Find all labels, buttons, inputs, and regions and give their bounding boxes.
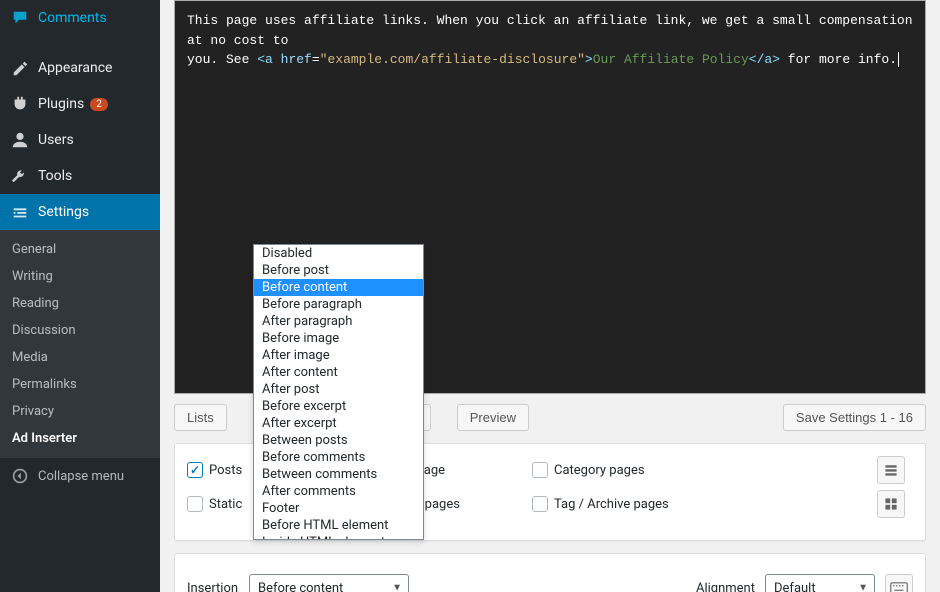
code-linktext: Our Affiliate Policy [593, 52, 749, 67]
save-settings-button[interactable]: Save Settings 1 - 16 [783, 404, 926, 431]
keyboard-button[interactable] [885, 574, 913, 592]
lists-button[interactable]: Lists [174, 404, 227, 431]
code-tag: </a> [749, 52, 780, 67]
submenu-ad-inserter[interactable]: Ad Inserter [0, 425, 160, 452]
dropdown-option[interactable]: Before content [254, 279, 423, 296]
menu-settings[interactable]: Settings [0, 194, 160, 230]
code-text: This page uses affiliate links. When you… [187, 13, 913, 48]
submenu-reading[interactable]: Reading [0, 290, 160, 317]
dropdown-option[interactable]: Disabled [254, 245, 423, 262]
comments-icon [10, 8, 30, 28]
check-label: Static [209, 497, 242, 512]
menu-tools[interactable]: Tools [0, 158, 160, 194]
select-value: Default [774, 581, 816, 592]
dropdown-option[interactable]: Between comments [254, 466, 423, 483]
menu-users[interactable]: Users [0, 122, 160, 158]
dropdown-option[interactable]: Before post [254, 262, 423, 279]
alignment-label: Alignment [696, 581, 755, 592]
check-category[interactable]: Category pages [532, 462, 685, 478]
checkbox-icon: ✓ [187, 462, 203, 478]
insertion-dropdown[interactable]: DisabledBefore postBefore contentBefore … [253, 244, 424, 540]
submenu-privacy[interactable]: Privacy [0, 398, 160, 425]
caret-icon: ▼ [858, 583, 868, 592]
dropdown-option[interactable]: After excerpt [254, 415, 423, 432]
checkbox-icon [187, 496, 203, 512]
collapse-menu[interactable]: Collapse menu [0, 458, 160, 494]
menu-label: Settings [38, 204, 89, 220]
menu-label: Appearance [38, 60, 112, 76]
dropdown-option[interactable]: Between posts [254, 432, 423, 449]
dropdown-option[interactable]: After content [254, 364, 423, 381]
menu-label: Plugins [38, 96, 84, 112]
menu-appearance[interactable]: Appearance [0, 50, 160, 86]
code-tag: <a [257, 52, 273, 67]
dropdown-option[interactable]: Before image [254, 330, 423, 347]
dropdown-option[interactable]: After paragraph [254, 313, 423, 330]
menu-label: Comments [38, 10, 107, 26]
code-attr: href [281, 52, 312, 67]
check-label: Tag / Archive pages [554, 497, 669, 512]
select-value: Before content [258, 581, 343, 592]
menu-comments[interactable]: Comments [0, 0, 160, 36]
dropdown-option[interactable]: Before HTML element [254, 517, 423, 534]
submenu-discussion[interactable]: Discussion [0, 317, 160, 344]
preview-button[interactable]: Preview [457, 404, 529, 431]
code-text: for more info. [780, 52, 897, 67]
code-string: "example.com/affiliate-disclosure" [320, 52, 585, 67]
dropdown-option[interactable]: Inside HTML element [254, 534, 423, 540]
appearance-icon [10, 58, 30, 78]
submenu-general[interactable]: General [0, 236, 160, 263]
plugins-icon [10, 94, 30, 114]
check-label: Posts [209, 463, 242, 478]
check-tag-archive[interactable]: Tag / Archive pages [532, 496, 685, 512]
insertion-panel: Insertion Before content ▼ Alignment Def… [174, 553, 926, 592]
code-text: you. See [187, 52, 257, 67]
submenu-writing[interactable]: Writing [0, 263, 160, 290]
dropdown-option[interactable]: Footer [254, 500, 423, 517]
checkbox-icon [532, 496, 548, 512]
insertion-select[interactable]: Before content ▼ [249, 574, 409, 592]
insertion-label: Insertion [187, 581, 239, 592]
tools-icon [10, 166, 30, 186]
dropdown-option[interactable]: After image [254, 347, 423, 364]
menu-label: Users [38, 132, 74, 148]
code-tag: > [585, 52, 593, 67]
collapse-label: Collapse menu [38, 469, 124, 484]
dropdown-option[interactable]: Before comments [254, 449, 423, 466]
check-label: Category pages [554, 463, 645, 478]
users-icon [10, 130, 30, 150]
submenu-media[interactable]: Media [0, 344, 160, 371]
collapse-icon [10, 466, 30, 486]
menu-plugins[interactable]: Plugins 2 [0, 86, 160, 122]
dropdown-option[interactable]: Before paragraph [254, 296, 423, 313]
dropdown-option[interactable]: Before excerpt [254, 398, 423, 415]
list-view-button[interactable] [877, 456, 905, 484]
plugin-badge: 2 [90, 98, 108, 111]
alignment-select[interactable]: Default ▼ [765, 574, 875, 592]
caret-icon: ▼ [392, 583, 402, 592]
dropdown-option[interactable]: After comments [254, 483, 423, 500]
dropdown-option[interactable]: After post [254, 381, 423, 398]
submenu-permalinks[interactable]: Permalinks [0, 371, 160, 398]
menu-label: Tools [38, 168, 72, 184]
grid-view-button[interactable] [877, 490, 905, 518]
checkbox-icon [532, 462, 548, 478]
settings-submenu: General Writing Reading Discussion Media… [0, 230, 160, 458]
settings-icon [10, 202, 30, 222]
